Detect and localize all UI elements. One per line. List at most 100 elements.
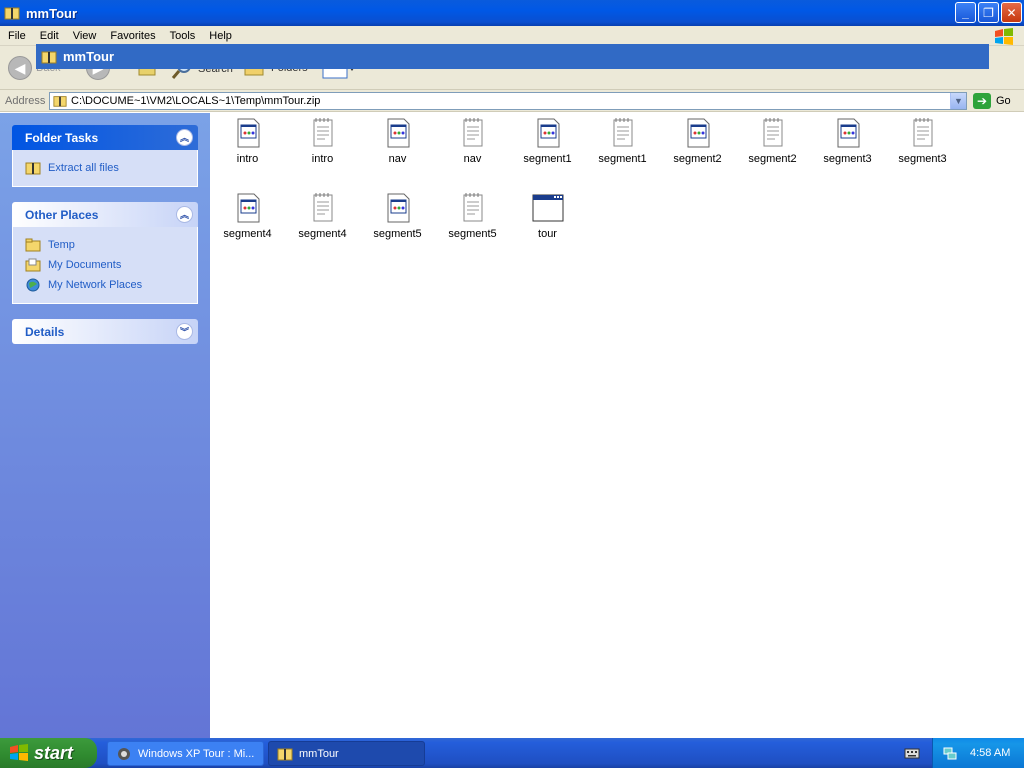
file-name: segment2: [673, 153, 722, 165]
other-places-panel: Other Places ︽ Temp My Documents My Netw…: [12, 202, 198, 304]
restore-icon: ❐: [983, 5, 994, 20]
extract-all-files-label: Extract all files: [48, 162, 119, 174]
windows-logo-icon: [995, 28, 1013, 45]
file-name: segment4: [223, 228, 272, 240]
file-item[interactable]: segment2: [735, 117, 810, 165]
details-header[interactable]: Details ︾: [12, 319, 198, 344]
file-item[interactable]: intro: [285, 117, 360, 165]
file-item[interactable]: nav: [360, 117, 435, 165]
file-list-view[interactable]: intro intro nav nav segment1 segment1 segment2…: [210, 113, 1024, 738]
file-name: intro: [236, 153, 259, 165]
go-button[interactable]: ➔ Go: [973, 92, 1011, 109]
my-network-places-label: My Network Places: [48, 279, 143, 291]
extract-all-files-link[interactable]: Extract all files: [25, 158, 187, 178]
other-places-title: Other Places: [25, 207, 99, 222]
file-item[interactable]: intro: [210, 117, 285, 165]
taskbar-button-xp-tour[interactable]: Windows XP Tour : Mi...: [107, 741, 264, 766]
menu-edit[interactable]: Edit: [34, 30, 65, 42]
title-bar[interactable]: mmTour _ ❐ ✕: [0, 0, 1024, 26]
window-title: mmTour: [26, 5, 78, 21]
file-item[interactable]: segment5: [360, 192, 435, 240]
collapse-up-icon[interactable]: ︽: [176, 206, 193, 223]
text-file-icon: [913, 118, 932, 147]
menu-help[interactable]: Help: [203, 30, 238, 42]
other-places-header[interactable]: Other Places ︽: [12, 202, 198, 227]
folder-tasks-title: Folder Tasks: [25, 130, 99, 145]
system-tray: 4:58 AM: [932, 738, 1024, 768]
start-button[interactable]: start: [0, 738, 97, 768]
zip-folder-icon: [277, 748, 293, 760]
html-file-icon: [537, 118, 559, 148]
my-documents-link[interactable]: My Documents: [25, 255, 187, 275]
restore-button[interactable]: ❐: [978, 2, 999, 23]
menu-tools[interactable]: Tools: [164, 30, 202, 42]
minimize-button[interactable]: _: [955, 2, 976, 23]
menu-bar: File Edit View Favorites Tools Help: [0, 26, 1024, 46]
zip-folder-icon: [41, 51, 57, 63]
my-documents-label: My Documents: [48, 259, 122, 271]
file-item[interactable]: segment3: [810, 117, 885, 165]
application-icon: [532, 194, 563, 222]
file-item[interactable]: tour: [510, 192, 585, 240]
dropdown-label: mmTour: [63, 49, 115, 64]
back-arrow-icon: ◀: [8, 56, 32, 80]
close-icon: ✕: [1006, 5, 1017, 20]
collapse-up-icon[interactable]: ︽: [176, 129, 193, 146]
network-connection-icon[interactable]: [942, 745, 958, 761]
menu-file[interactable]: File: [2, 30, 32, 42]
folder-icon: [25, 238, 41, 252]
menu-view[interactable]: View: [67, 30, 103, 42]
clock[interactable]: 4:58 AM: [970, 747, 1010, 759]
zip-folder-icon: [53, 95, 67, 107]
tour-app-icon: [118, 747, 130, 760]
file-item[interactable]: segment1: [585, 117, 660, 165]
html-file-icon: [387, 118, 409, 148]
text-file-icon: [463, 193, 482, 222]
windows-flag-icon: [10, 744, 28, 761]
file-item[interactable]: segment1: [510, 117, 585, 165]
address-dropdown-button[interactable]: ▼: [950, 92, 966, 109]
file-name: segment5: [373, 228, 422, 240]
html-file-icon: [687, 118, 709, 148]
network-globe-icon: [26, 278, 40, 292]
zip-folder-icon: [4, 7, 20, 20]
folder-tasks-header[interactable]: Folder Tasks ︽: [12, 125, 198, 150]
temp-link[interactable]: Temp: [25, 235, 187, 255]
close-button[interactable]: ✕: [1001, 2, 1022, 23]
address-label: Address: [5, 94, 46, 107]
menu-favorites[interactable]: Favorites: [104, 30, 161, 42]
taskbar-button-mmtour[interactable]: mmTour: [268, 741, 425, 766]
file-item[interactable]: segment3: [885, 117, 960, 165]
keyboard-icon[interactable]: [904, 745, 920, 761]
address-dropdown-item[interactable]: mmTour: [36, 44, 989, 69]
my-network-places-link[interactable]: My Network Places: [25, 275, 187, 295]
address-input[interactable]: C:\DOCUME~1\VM2\LOCALS~1\Temp\mmTour.zip…: [49, 91, 967, 110]
file-name: tour: [538, 228, 557, 240]
start-label: start: [34, 742, 74, 763]
file-item[interactable]: segment2: [660, 117, 735, 165]
file-name: nav: [463, 153, 482, 165]
file-name: segment4: [298, 228, 347, 240]
file-item[interactable]: segment5: [435, 192, 510, 240]
file-name: intro: [311, 153, 334, 165]
file-name: segment1: [598, 153, 647, 165]
file-name: segment5: [448, 228, 497, 240]
file-item[interactable]: segment4: [285, 192, 360, 240]
file-item[interactable]: segment4: [210, 192, 285, 240]
go-label: Go: [996, 94, 1011, 107]
chevron-down-icon: ▼: [954, 95, 963, 106]
text-file-icon: [463, 118, 482, 147]
file-item[interactable]: nav: [435, 117, 510, 165]
minimize-icon: _: [962, 5, 969, 20]
address-value: C:\DOCUME~1\VM2\LOCALS~1\Temp\mmTour.zip: [71, 94, 321, 107]
zip-folder-icon: [25, 162, 41, 175]
file-name: nav: [388, 153, 407, 165]
address-bar: Address C:\DOCUME~1\VM2\LOCALS~1\Temp\mm…: [0, 90, 1024, 112]
file-name: segment3: [898, 153, 947, 165]
documents-folder-icon: [25, 258, 41, 272]
file-name: segment1: [523, 153, 572, 165]
go-arrow-icon: ➔: [973, 92, 991, 109]
html-file-icon: [237, 118, 259, 148]
temp-label: Temp: [48, 239, 75, 251]
expand-down-icon[interactable]: ︾: [176, 323, 193, 340]
